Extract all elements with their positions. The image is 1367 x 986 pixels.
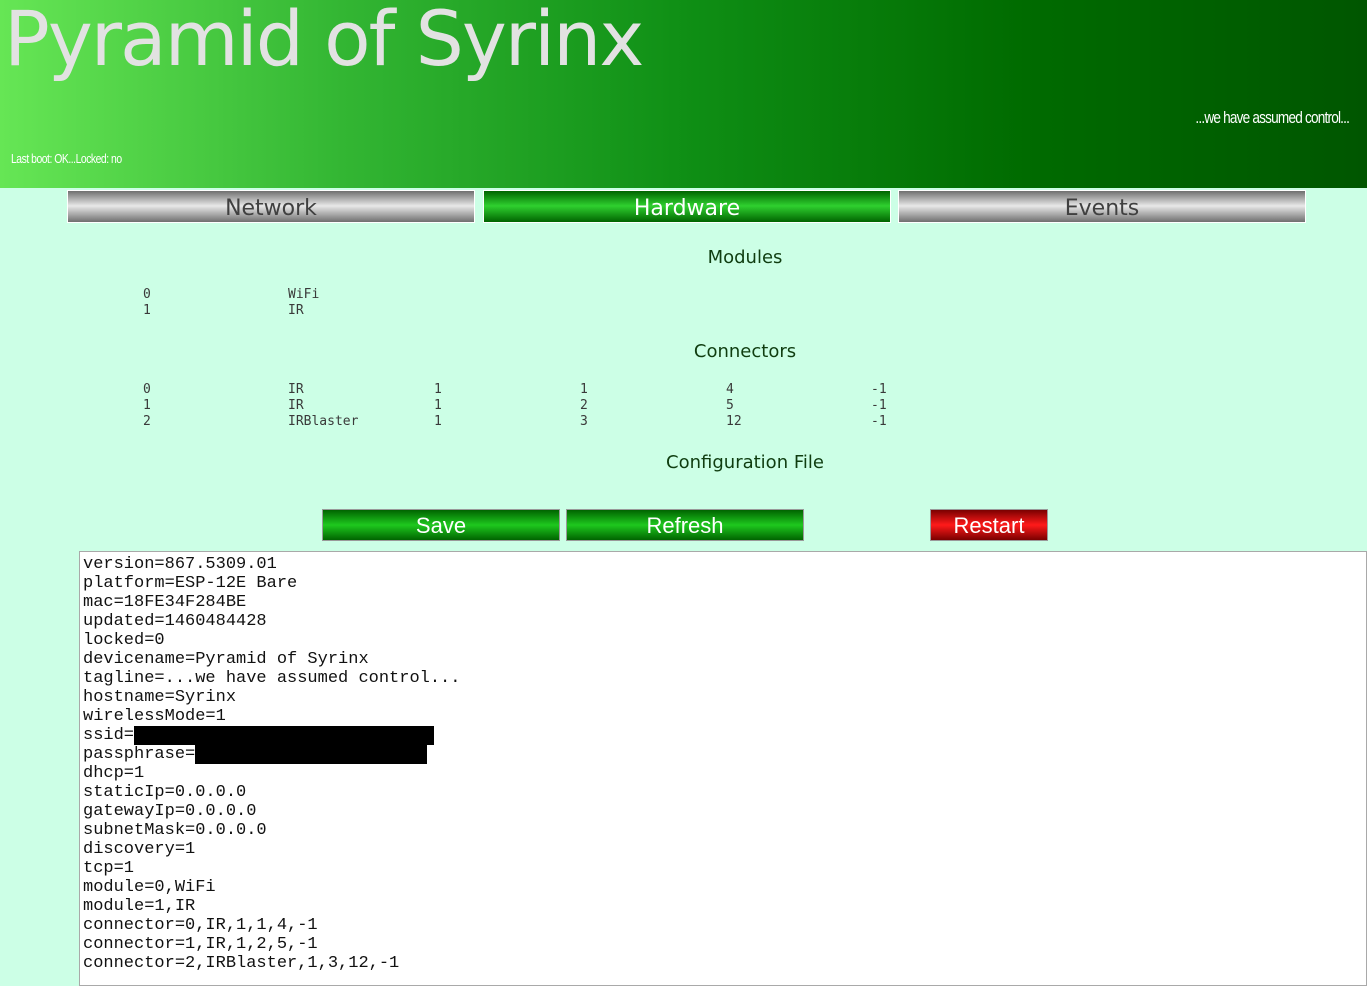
- config-line: tagline=...we have assumed control...: [83, 669, 461, 688]
- config-line-ssid: ssid=: [83, 726, 1366, 745]
- config-line: module=0,WiFi: [83, 878, 216, 897]
- connector-field-a: 1: [434, 398, 442, 413]
- module-name: WiFi: [288, 287, 320, 302]
- config-line: tcp=1: [83, 859, 135, 878]
- config-line-passphrase: passphrase=: [83, 745, 1366, 764]
- config-line: staticIp=0.0.0.0: [83, 783, 247, 802]
- config-line: dhcp=1: [83, 764, 145, 783]
- tab-hardware[interactable]: Hardware: [483, 190, 891, 223]
- connector-field-c: 12: [726, 414, 742, 429]
- config-line: subnetMask=0.0.0.0: [83, 821, 267, 840]
- connectors-heading: Connectors: [693, 341, 797, 362]
- module-name: IR: [288, 303, 304, 318]
- config-line: version=867.5309.01: [83, 555, 277, 574]
- connector-field-d: -1: [871, 382, 887, 397]
- connector-field-c: 5: [726, 398, 734, 413]
- module-id: 0: [143, 287, 151, 302]
- config-line: connector=1,IR,1,2,5,-1: [83, 935, 318, 954]
- restart-button[interactable]: Restart: [930, 509, 1048, 541]
- config-line: connector=2,IRBlaster,1,3,12,-1: [83, 954, 400, 973]
- connector-field-c: 4: [726, 382, 734, 397]
- connector-field-b: 3: [580, 414, 588, 429]
- config-line: discovery=1: [83, 840, 196, 859]
- config-line: updated=1460484428: [83, 612, 267, 631]
- config-line: locked=0: [83, 631, 165, 650]
- config-heading: Configuration File: [666, 452, 824, 473]
- config-line: platform=ESP-12E Bare: [83, 574, 298, 593]
- config-line: module=1,IR: [83, 897, 196, 916]
- module-id: 1: [143, 303, 151, 318]
- tab-network[interactable]: Network: [67, 190, 475, 223]
- ssid-label: ssid=: [83, 726, 135, 745]
- passphrase-label: passphrase=: [83, 745, 196, 764]
- connector-id: 1: [143, 398, 151, 413]
- boot-status: Last boot: OK...Locked: no: [11, 151, 122, 166]
- config-line: gatewayIp=0.0.0.0: [83, 802, 257, 821]
- config-line: mac=18FE34F284BE: [83, 593, 247, 612]
- tab-events[interactable]: Events: [898, 190, 1306, 223]
- config-line: devicename=Pyramid of Syrinx: [83, 650, 369, 669]
- config-line: hostname=Syrinx: [83, 688, 237, 707]
- connector-field-d: -1: [871, 414, 887, 429]
- connector-id: 0: [143, 382, 151, 397]
- refresh-button[interactable]: Refresh: [566, 509, 804, 541]
- config-file-textarea[interactable]: version=867.5309.01 platform=ESP-12E Bar…: [79, 551, 1367, 986]
- config-line: connector=0,IR,1,1,4,-1: [83, 916, 318, 935]
- connector-type: IR: [288, 398, 304, 413]
- config-line: wirelessMode=1: [83, 707, 226, 726]
- passphrase-redaction: [195, 745, 428, 764]
- connector-field-b: 2: [580, 398, 588, 413]
- save-button[interactable]: Save: [322, 509, 560, 541]
- connector-field-b: 1: [580, 382, 588, 397]
- connector-field-d: -1: [871, 398, 887, 413]
- ssid-redaction: [134, 726, 435, 745]
- connector-field-a: 1: [434, 382, 442, 397]
- device-tagline: ...we have assumed control...: [1195, 108, 1349, 127]
- modules-heading: Modules: [707, 247, 783, 268]
- connector-type: IR: [288, 382, 304, 397]
- page-header: Pyramid of Syrinx ...we have assumed con…: [0, 0, 1367, 188]
- connector-type: IRBlaster: [288, 414, 359, 429]
- connector-id: 2: [143, 414, 151, 429]
- connector-field-a: 1: [434, 414, 442, 429]
- device-title: Pyramid of Syrinx: [4, 0, 644, 83]
